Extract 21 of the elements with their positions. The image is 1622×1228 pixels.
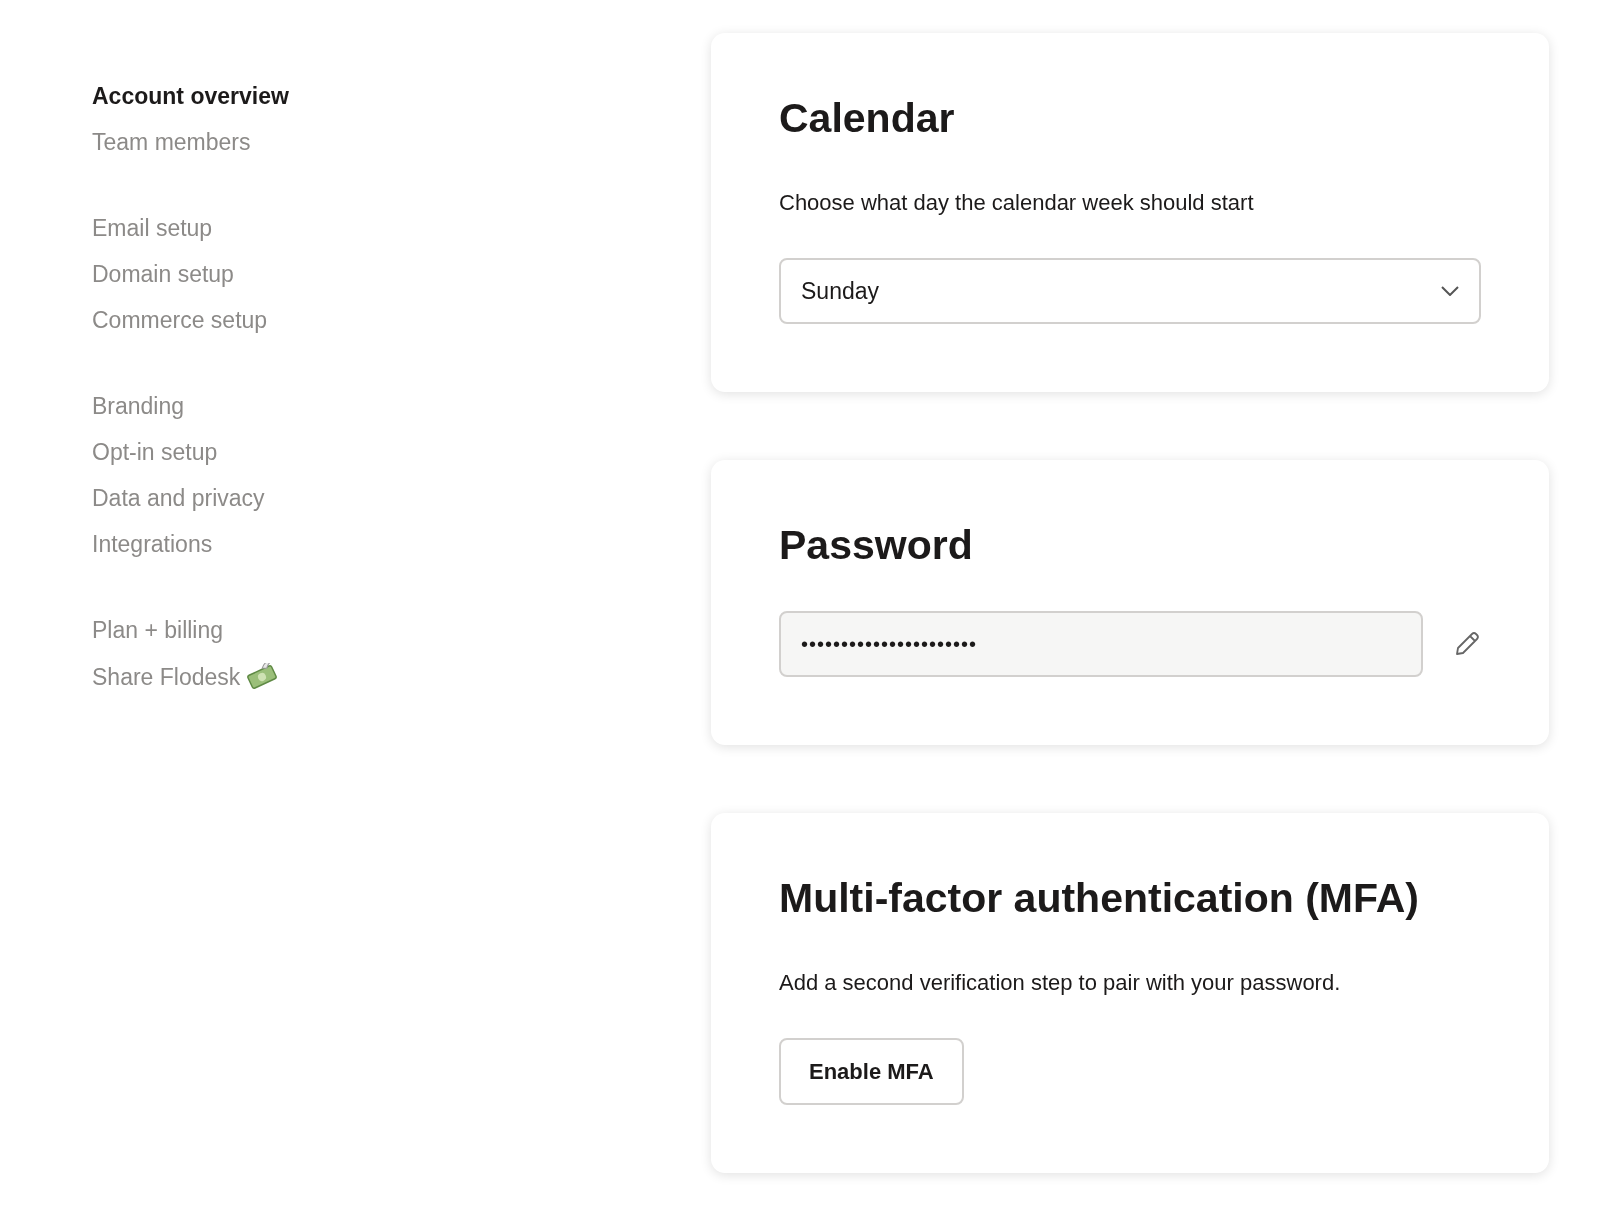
chevron-down-icon bbox=[1441, 286, 1459, 296]
sidebar-link[interactable]: Commerce setup bbox=[92, 307, 268, 334]
sidebar-link[interactable]: Share Flodesk bbox=[92, 663, 279, 691]
card-description: Add a second verification step to pair with your password. bbox=[779, 970, 1342, 996]
sidebar-link[interactable]: Email setup bbox=[92, 215, 213, 242]
card-title: Multi-factor authentication (MFA) bbox=[779, 875, 1420, 922]
sidebar-link[interactable]: Integrations bbox=[92, 531, 213, 558]
password-field[interactable]: •••••••••••••••••••••• bbox=[779, 611, 1423, 677]
card-title: Calendar bbox=[779, 95, 956, 142]
sidebar-link[interactable]: Branding bbox=[92, 393, 185, 420]
sidebar-link[interactable]: Team members bbox=[92, 129, 251, 156]
enable-mfa-button[interactable]: Enable MFA bbox=[779, 1038, 964, 1105]
sidebar-link[interactable]: Account overview bbox=[92, 83, 289, 110]
card-title: Password bbox=[779, 522, 974, 569]
day-dropdown[interactable]: Sunday bbox=[779, 258, 1481, 324]
sidebar-link[interactable]: Domain setup bbox=[92, 261, 234, 288]
card-description: Choose what day the calendar week should start bbox=[779, 190, 1255, 216]
sidebar-link[interactable]: Data and privacy bbox=[92, 485, 265, 512]
pencil-icon[interactable] bbox=[1453, 630, 1481, 658]
sidebar-link[interactable]: Opt-in setup bbox=[92, 439, 218, 466]
sidebar-link[interactable]: Plan + billing bbox=[92, 617, 224, 644]
